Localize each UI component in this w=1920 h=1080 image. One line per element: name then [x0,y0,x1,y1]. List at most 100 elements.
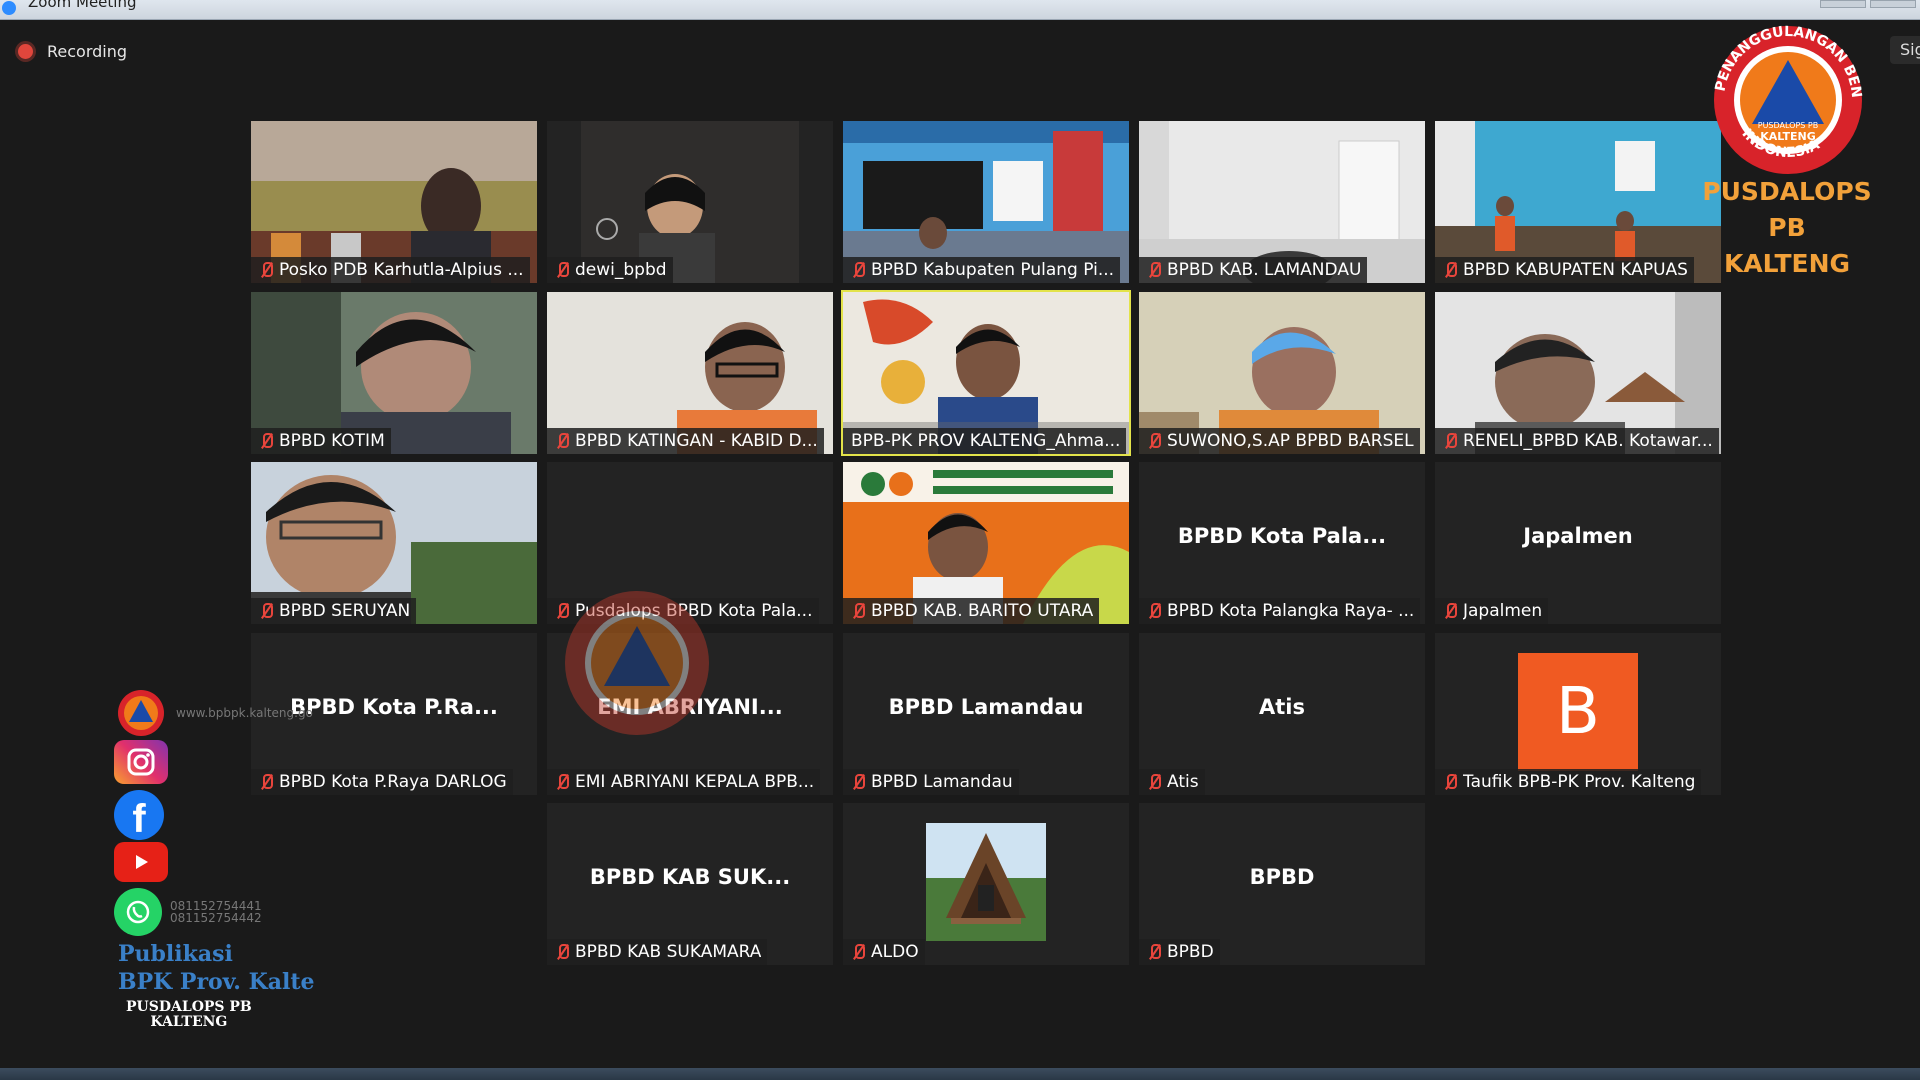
participant-name: BPBD SERUYAN [279,601,411,621]
mic-muted-icon [847,941,871,963]
participant-tile[interactable]: BPBD BPBD [1139,803,1425,965]
participant-tile[interactable]: BPBD SERUYAN [251,462,537,624]
watermark-logo [565,591,709,735]
participant-display-name: BPBD [1249,865,1315,889]
mic-muted-icon [1143,600,1167,622]
participant-tile[interactable]: BPBD Lamandau BPBD Lamandau [843,633,1129,795]
mic-muted-icon [551,430,575,452]
maximize-button[interactable] [1870,0,1916,8]
window-titlebar: Zoom Meeting [0,0,1920,20]
participant-tile-active-speaker[interactable]: BPB-PK PROV KALTENG_Ahma... [841,290,1131,456]
participant-namebar: BPBD Kota Palangka Raya- ... [1139,598,1421,624]
participant-tile[interactable]: BPBD KABUPATEN KAPUAS [1435,121,1721,283]
participant-namebar: Atis [1139,769,1205,795]
whatsapp-icon [114,888,162,936]
participant-namebar: BPBD KAB SUKAMARA [547,939,768,965]
minimize-button[interactable] [1820,0,1866,8]
participant-namebar: ALDO [843,939,925,965]
participant-namebar: SUWONO,S.AP BPBD BARSEL [1139,428,1420,454]
participant-namebar: Japalmen [1435,598,1549,624]
participant-tile[interactable]: Japalmen Japalmen [1435,462,1721,624]
participant-tile[interactable]: BPBD KAB. LAMANDAU [1139,121,1425,283]
pusdalops-footer: PUSDALOPS PB KALTENG [126,1000,252,1030]
participant-namebar: BPBD SERUYAN [251,598,417,624]
participant-avatar [926,823,1046,941]
participant-tile[interactable]: BPBD Kota Pala... BPBD Kota Palangka Ray… [1139,462,1425,624]
participant-name: EMI ABRIYANI KEPALA BPB... [575,772,815,792]
participant-tile[interactable]: BPBD KAB. BARITO UTARA [843,462,1129,624]
website-row: www.bpbpk.kalteng.go [114,688,313,738]
whatsapp-row: 081152754441 081152754442 [114,888,262,936]
participant-tile[interactable]: BPBD Kabupaten Pulang Pi... [843,121,1129,283]
participant-tile[interactable]: Posko PDB Karhutla-Alpius ... [251,121,537,283]
pusdalops-title-line2: KALTENG [1723,249,1851,278]
participant-namebar: BPBD Kabupaten Pulang Pi... [843,257,1121,283]
participant-namebar: Taufik BPB-PK Prov. Kalteng [1435,769,1702,795]
participant-name: SUWONO,S.AP BPBD BARSEL [1167,431,1414,451]
participant-namebar: BPBD Kota P.Raya DARLOG [251,769,513,795]
participant-name: Atis [1167,772,1199,792]
sign-in-label: Sig [1900,40,1920,59]
participant-display-name: Atis [1259,695,1305,719]
bpbd-small-logo-icon [118,690,164,736]
whatsapp-number-2: 081152754442 [170,911,262,925]
mic-muted-icon [255,771,279,793]
pusdalops-title-line1: PUSDALOPS PB [1702,177,1872,242]
zoom-icon [2,1,16,15]
pusdalops-footer-line1: PUSDALOPS PB [126,999,252,1015]
mic-muted-icon [551,771,575,793]
participant-name: BPBD Kota Palangka Raya- ... [1167,601,1415,621]
instagram-row [114,740,168,784]
participant-tile[interactable]: SUWONO,S.AP BPBD BARSEL [1139,292,1425,454]
mic-muted-icon [847,600,871,622]
mic-muted-icon [551,941,575,963]
participant-tile[interactable]: BPBD KAB SUK... BPBD KAB SUKAMARA [547,803,833,965]
participant-namebar: BPBD KAB. BARITO UTARA [843,598,1100,624]
recording-indicator[interactable]: Recording [18,40,127,62]
participant-namebar: EMI ABRIYANI KEPALA BPB... [547,769,821,795]
participant-name: BPBD Kabupaten Pulang Pi... [871,260,1115,280]
bpbd-logo: PENANGGULANGAN BENCANA PUSDALOPS PB KALT… [1712,24,1864,174]
mic-muted-icon [1143,259,1167,281]
mic-muted-icon [1143,430,1167,452]
participant-name: BPBD [1167,942,1214,962]
window-title: Zoom Meeting [28,0,137,11]
publikasi-line1: Publikasi [118,941,233,967]
whatsapp-numbers: 081152754441 081152754442 [170,900,262,924]
mic-muted-icon [847,259,871,281]
facebook-icon: f [114,790,164,841]
participant-name: dewi_bpbd [575,260,667,280]
participant-name: Taufik BPB-PK Prov. Kalteng [1463,772,1696,792]
sign-in-button[interactable]: Sig [1890,36,1920,64]
website-text: www.bpbpk.kalteng.go [176,706,313,720]
mic-muted-icon [847,771,871,793]
participant-name: BPBD KABUPATEN KAPUAS [1463,260,1688,280]
participant-tile[interactable]: B Taufik BPB-PK Prov. Kalteng [1435,633,1721,795]
participant-tile[interactable]: dewi_bpbd [547,121,833,283]
participant-tile[interactable]: BPBD KATINGAN - KABID D... [547,292,833,454]
facebook-row: f [114,790,164,841]
participant-display-name: BPBD KAB SUK... [589,865,791,889]
mic-muted-icon [1143,771,1167,793]
participant-tile[interactable]: ALDO [843,803,1129,965]
instagram-icon [114,740,168,784]
participant-namebar: BPBD [1139,939,1220,965]
logo-inner-top: PUSDALOPS PB [1758,121,1818,130]
publikasi-line2: BPK Prov. Kalte [118,969,315,995]
participant-tile[interactable]: Atis Atis [1139,633,1425,795]
participant-name: Posko PDB Karhutla-Alpius ... [279,260,524,280]
participant-tile[interactable]: RENELI_BPBD KAB. Kotawar... [1435,292,1721,454]
participant-name: ALDO [871,942,919,962]
participant-namebar: BPB-PK PROV KALTENG_Ahma... [843,428,1127,454]
participant-namebar: BPBD Lamandau [843,769,1019,795]
participant-name: BPBD KOTIM [279,431,385,451]
mic-muted-icon [1143,941,1167,963]
participant-namebar: dewi_bpbd [547,257,673,283]
participant-tile[interactable]: BPBD KOTIM [251,292,537,454]
mic-muted-icon [255,259,279,281]
participant-name: BPBD KATINGAN - KABID D... [575,431,818,451]
participant-name: BPBD KAB SUKAMARA [575,942,762,962]
mic-muted-icon [1439,771,1463,793]
participant-name: BPB-PK PROV KALTENG_Ahma... [851,431,1121,451]
mic-muted-icon [1439,259,1463,281]
